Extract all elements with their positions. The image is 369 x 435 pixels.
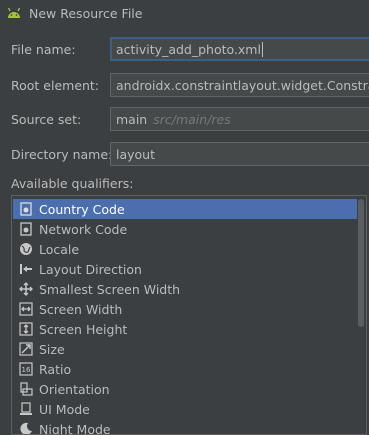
root-element-label: Root element: xyxy=(11,78,100,93)
size-icon xyxy=(19,342,33,356)
qualifier-item-smallest-screen-width[interactable]: Smallest Screen Width xyxy=(13,279,357,299)
text-caret xyxy=(261,41,263,57)
screen-height-icon xyxy=(19,322,33,336)
title-bar: New Resource File xyxy=(0,0,369,28)
source-set-value: main xyxy=(116,111,148,127)
source-set-label: Source set: xyxy=(11,112,82,127)
source-set-combobox[interactable]: main src/main/res xyxy=(110,107,369,131)
qualifier-label: Locale xyxy=(39,241,80,257)
scrollbar-thumb[interactable] xyxy=(358,199,364,327)
layout-direction-icon xyxy=(19,262,33,276)
qualifier-item-locale[interactable]: Locale xyxy=(13,239,357,259)
qualifier-label: Night Mode xyxy=(39,421,111,435)
root-element-value: androidx.constraintlayout.widget.Constra… xyxy=(116,77,369,93)
qualifier-label: Country Code xyxy=(39,201,125,217)
root-element-field[interactable]: androidx.constraintlayout.widget.Constra… xyxy=(110,73,369,97)
ui-mode-icon xyxy=(19,402,33,416)
svg-text:16: 16 xyxy=(22,366,31,374)
qualifier-item-ui-mode[interactable]: UI Mode xyxy=(13,399,357,419)
qualifier-item-screen-height[interactable]: Screen Height xyxy=(13,319,357,339)
qualifier-label: Orientation xyxy=(39,381,110,397)
qualifier-item-screen-width[interactable]: Screen Width xyxy=(13,299,357,319)
dialog-title: New Resource File xyxy=(29,6,143,21)
file-name-label: File name: xyxy=(11,42,76,57)
night-mode-icon xyxy=(19,422,33,434)
orientation-icon xyxy=(19,382,33,396)
screen-width-icon xyxy=(19,302,33,316)
directory-name-field[interactable]: layout xyxy=(110,142,369,166)
qualifier-label: Ratio xyxy=(39,361,72,377)
qualifier-item-network-code[interactable]: Network Code xyxy=(13,219,357,239)
available-qualifiers-label: Available qualifiers: xyxy=(11,176,134,191)
directory-name-label: Directory name: xyxy=(11,147,113,162)
qualifier-item-country-code[interactable]: Country Code xyxy=(13,199,357,219)
qualifier-item-ratio[interactable]: 16 Ratio xyxy=(13,359,357,379)
qualifier-label: Screen Width xyxy=(39,301,123,317)
new-resource-file-dialog: New Resource File File name: activity_ad… xyxy=(0,0,369,435)
ratio-icon: 16 xyxy=(19,362,33,376)
qualifier-label: Network Code xyxy=(39,221,128,237)
qualifier-item-size[interactable]: Size xyxy=(13,339,357,359)
available-qualifiers-list[interactable]: Country Code Network Code Locale Layout … xyxy=(11,195,367,435)
qualifiers-scrollbar[interactable] xyxy=(357,197,365,433)
qualifier-label: Screen Height xyxy=(39,321,128,337)
globe-icon xyxy=(19,242,33,256)
qualifier-label: UI Mode xyxy=(39,401,90,417)
android-icon xyxy=(6,6,22,20)
qualifier-item-night-mode[interactable]: Night Mode xyxy=(13,419,357,435)
qualifier-item-orientation[interactable]: Orientation xyxy=(13,379,357,399)
qualifier-label: Smallest Screen Width xyxy=(39,281,181,297)
network-code-icon xyxy=(19,222,33,236)
source-set-path-hint: src/main/res xyxy=(153,111,231,127)
file-name-value: activity_add_photo.xml xyxy=(116,41,261,57)
qualifier-label: Size xyxy=(39,341,65,357)
file-name-field[interactable]: activity_add_photo.xml xyxy=(110,37,369,61)
directory-name-value: layout xyxy=(116,146,156,162)
country-code-icon xyxy=(19,202,33,216)
smallest-width-icon xyxy=(19,282,33,296)
qualifier-item-layout-direction[interactable]: Layout Direction xyxy=(13,259,357,279)
qualifier-label: Layout Direction xyxy=(39,261,142,277)
